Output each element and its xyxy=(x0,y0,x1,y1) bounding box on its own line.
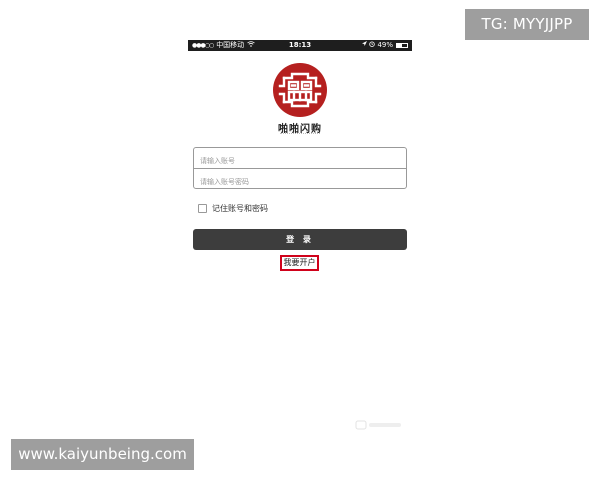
brand-logo-icon xyxy=(272,62,328,118)
status-bar: ●●●○○ 中国移动 18:13 49% xyxy=(188,40,412,51)
remember-label: 记住账号和密码 xyxy=(212,204,268,213)
brand-divider xyxy=(280,133,320,136)
tg-overlay-badge: TG: MYYJJPP xyxy=(465,9,589,40)
faint-watermark-icon xyxy=(355,418,405,432)
account-input[interactable] xyxy=(194,151,406,171)
account-row xyxy=(194,148,406,171)
password-row xyxy=(194,169,406,193)
login-input-group xyxy=(193,147,407,193)
site-url-overlay-badge: www.kaiyunbeing.com xyxy=(11,439,194,470)
login-button[interactable]: 登 录 xyxy=(193,229,407,250)
page: TG: MYYJJPP www.kaiyunbeing.com ●●●○○ 中国… xyxy=(0,0,600,480)
open-account-link[interactable]: 我要开户 xyxy=(280,255,319,271)
remember-credentials[interactable]: 记住账号和密码 xyxy=(198,203,268,214)
alarm-icon xyxy=(369,40,376,51)
battery-fill xyxy=(397,44,402,47)
battery-icon xyxy=(396,43,408,48)
battery-percent: 49% xyxy=(377,41,393,49)
password-input[interactable] xyxy=(194,171,406,193)
remember-checkbox[interactable] xyxy=(198,204,207,213)
location-icon xyxy=(362,40,368,51)
status-bar-right: 49% xyxy=(362,40,408,51)
